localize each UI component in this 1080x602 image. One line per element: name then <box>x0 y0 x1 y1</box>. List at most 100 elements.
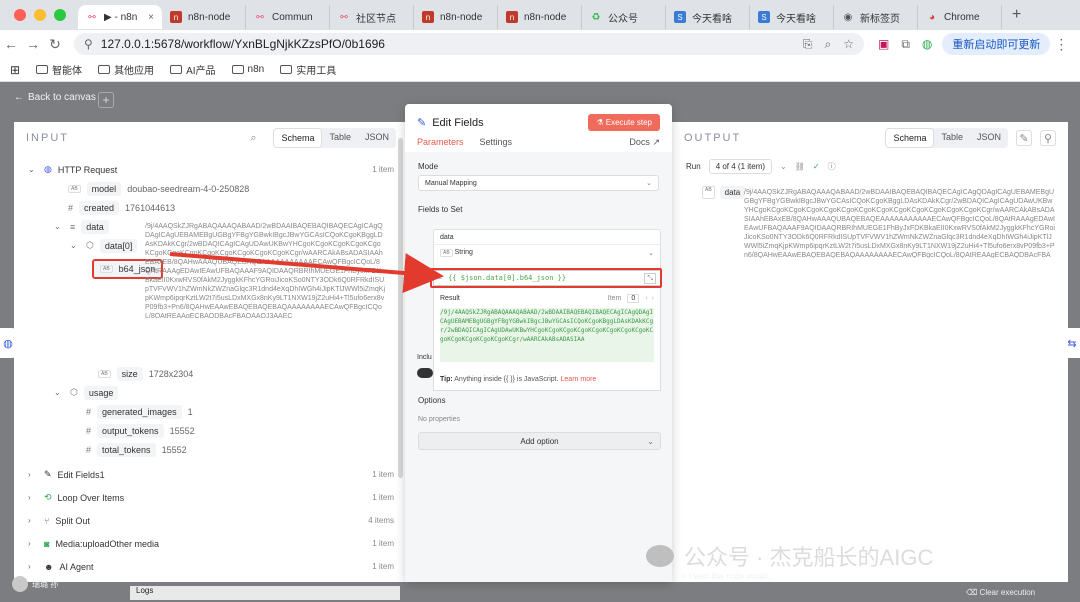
update-button[interactable]: 重新启动即可更新 <box>942 33 1051 55</box>
close-window-icon[interactable] <box>14 9 26 21</box>
node-split-out[interactable]: › ⑂ Split Out 4 items <box>28 509 408 532</box>
view-schema-tab[interactable]: Schema <box>885 128 935 148</box>
mode-select[interactable]: Manual Mapping ⌄ <box>418 175 659 191</box>
prev-item-icon[interactable]: ‹ <box>645 295 647 302</box>
reload-icon[interactable]: ↻ <box>44 36 66 53</box>
bookmark-folder[interactable]: 实用工具 <box>280 62 336 77</box>
field-type-select[interactable]: AB String ⌄ <box>434 244 660 261</box>
next-item-icon[interactable]: › <box>652 295 654 302</box>
field-usage[interactable]: ⌄ ⬡ usage <box>28 383 408 402</box>
robot-icon: ☻ <box>44 561 54 572</box>
node-ai-agent[interactable]: › ☻ AI Agent 1 item <box>28 555 408 578</box>
right-node-icon[interactable]: ⇆ <box>1064 328 1080 358</box>
back-to-canvas-button[interactable]: ← Back to canvas <box>14 92 96 103</box>
browser-tab-4[interactable]: n n8n-node <box>414 5 498 29</box>
learn-more-link[interactable]: Learn more <box>561 376 597 383</box>
bookmark-star-icon[interactable]: ☆ <box>843 37 854 52</box>
bookmark-folder[interactable]: 智能体 <box>36 62 82 77</box>
node-http-request[interactable]: ⌄ ◍ HTTP Request 1 item <box>28 160 408 179</box>
puzzle-icon[interactable]: ⧉ <box>901 37 910 52</box>
item-index[interactable]: 0 <box>627 294 640 303</box>
menu-icon[interactable]: ⋮ <box>1050 36 1072 53</box>
forward-icon[interactable]: → <box>22 36 44 52</box>
add-option-button[interactable]: Add option ⌄ <box>418 432 661 450</box>
user-profile[interactable]: 瑞璐 孙 <box>12 576 58 592</box>
arrow-left-icon: ← <box>14 92 24 103</box>
url-field[interactable]: ⚲ 127.0.0.1:5678/workflow/YxnBLgNjkKZzsP… <box>74 33 864 55</box>
address-bar-row: ← → ↻ ⚲ 127.0.0.1:5678/workflow/YxnBLgNj… <box>0 30 1080 58</box>
browser-tab-2[interactable]: ⚯ Commun <box>246 5 330 29</box>
number-type-icon: # <box>86 406 92 417</box>
apps-grid-icon[interactable]: ⊞ <box>10 63 20 77</box>
field-name-input[interactable]: data <box>434 234 660 244</box>
feedback-link[interactable]: ✧ I wish this node would... <box>680 572 774 581</box>
view-json-tab[interactable]: JSON <box>970 128 1008 148</box>
info-icon[interactable]: ⓘ <box>828 161 836 172</box>
browser-tab-9[interactable]: ◉ 新标签页 <box>834 5 918 29</box>
number-type-icon: # <box>86 425 92 436</box>
node-media-upload[interactable]: › ◙ Media:uploadOther media 1 item <box>28 532 408 555</box>
search-icon[interactable]: ⌕ <box>245 130 261 146</box>
translate-icon[interactable]: ⎘ <box>803 37 813 52</box>
bookmark-folder[interactable]: n8n <box>231 64 264 75</box>
pin-data-icon[interactable]: ⚲ <box>1040 130 1056 146</box>
browser-tab-10[interactable]: ◕ Chrome <box>918 5 1002 29</box>
site-info-icon[interactable]: ⚲ <box>84 37 93 51</box>
minimize-window-icon[interactable] <box>34 9 46 21</box>
browser-tab-1[interactable]: n n8n-node <box>162 5 246 29</box>
folder-icon <box>280 65 293 74</box>
string-type-icon: AB <box>100 264 113 273</box>
tab-favicon-icon: ♻ <box>591 11 601 23</box>
watermark: 公众号 · 杰克船长的AIGC <box>646 540 933 572</box>
edit-output-icon[interactable]: ✎ <box>1016 130 1032 146</box>
new-tab-icon[interactable]: + <box>1002 6 1031 24</box>
clear-execution-button[interactable]: ⌫ Clear execution <box>966 588 1035 597</box>
input-panel: INPUT ⌕ Schema Table JSON ⌄ ◍ HTTP Request… <box>14 122 408 582</box>
field-size[interactable]: AB size 1728x2304 <box>28 364 408 383</box>
chevron-right-icon: › <box>28 562 31 571</box>
output-field-data[interactable]: AB data <box>702 186 746 199</box>
browser-tab-7[interactable]: S 今天看啥 <box>666 5 750 29</box>
chevron-down-icon: ⌄ <box>54 388 61 397</box>
view-json-tab[interactable]: JSON <box>358 128 396 148</box>
close-tab-icon[interactable]: × <box>148 12 154 23</box>
input-scrollbar[interactable] <box>398 138 403 478</box>
browser-tab-6[interactable]: ♻ 公众号 <box>582 5 666 29</box>
profile-icon[interactable]: ◍ <box>922 37 932 51</box>
output-panel: OUTPUT Schema Table JSON ✎ ⚲ Run 4 of 4 … <box>672 122 1068 582</box>
bookmark-folder[interactable]: 其他应用 <box>98 62 154 77</box>
maximize-window-icon[interactable] <box>54 9 66 21</box>
view-table-tab[interactable]: Table <box>934 128 970 148</box>
view-schema-tab[interactable]: Schema <box>273 128 323 148</box>
zoom-icon[interactable]: ⌕ <box>825 37 832 52</box>
field-total-tokens[interactable]: # total_tokens 15552 <box>28 440 408 459</box>
string-type-icon: AB <box>98 369 111 378</box>
node-loop-over-items[interactable]: › ⟲ Loop Over Items 1 item <box>28 486 408 509</box>
field-output-tokens[interactable]: # output_tokens 15552 <box>28 421 408 440</box>
browser-tab-8[interactable]: S 今天看啥 <box>750 5 834 29</box>
folder-icon <box>98 65 111 74</box>
split-icon: ⑂ <box>44 515 50 526</box>
trash-icon: ⌫ <box>966 588 978 597</box>
add-node-button[interactable]: + <box>98 92 114 108</box>
link-icon[interactable]: ⛓ <box>795 162 805 171</box>
browser-tab-3[interactable]: ⚯ 社区节点 <box>330 5 414 29</box>
include-toggle[interactable] <box>417 368 433 378</box>
browser-tab-5[interactable]: n n8n-node <box>498 5 582 29</box>
execute-step-button[interactable]: ⚗ Execute step <box>588 114 660 131</box>
field-generated-images[interactable]: # generated_images 1 <box>28 402 408 421</box>
view-table-tab[interactable]: Table <box>322 128 358 148</box>
bookmark-folder[interactable]: AI产品 <box>170 62 216 77</box>
url-text: 127.0.0.1:5678/workflow/YxnBLgNjkKZzsPfO… <box>100 37 385 51</box>
tab-favicon-icon: n <box>170 11 182 23</box>
flask-icon: ⚗ <box>596 118 604 127</box>
node-edit-fields1[interactable]: › ✎ Edit Fields1 1 item <box>28 463 408 486</box>
browser-tab-0[interactable]: ⚯ ▶ - n8n × <box>78 5 162 29</box>
logs-panel-toggle[interactable]: Logs <box>130 586 400 600</box>
back-icon[interactable]: ← <box>0 36 22 52</box>
run-selector[interactable]: 4 of 4 (1 item) <box>708 159 773 174</box>
field-created[interactable]: # created 1761044613 <box>28 198 408 217</box>
extension-icon[interactable]: ▣ <box>878 37 889 51</box>
left-globe-icon[interactable]: ◍ <box>0 328 16 358</box>
field-model[interactable]: AB model doubao-seedream-4-0-250828 <box>28 179 408 198</box>
